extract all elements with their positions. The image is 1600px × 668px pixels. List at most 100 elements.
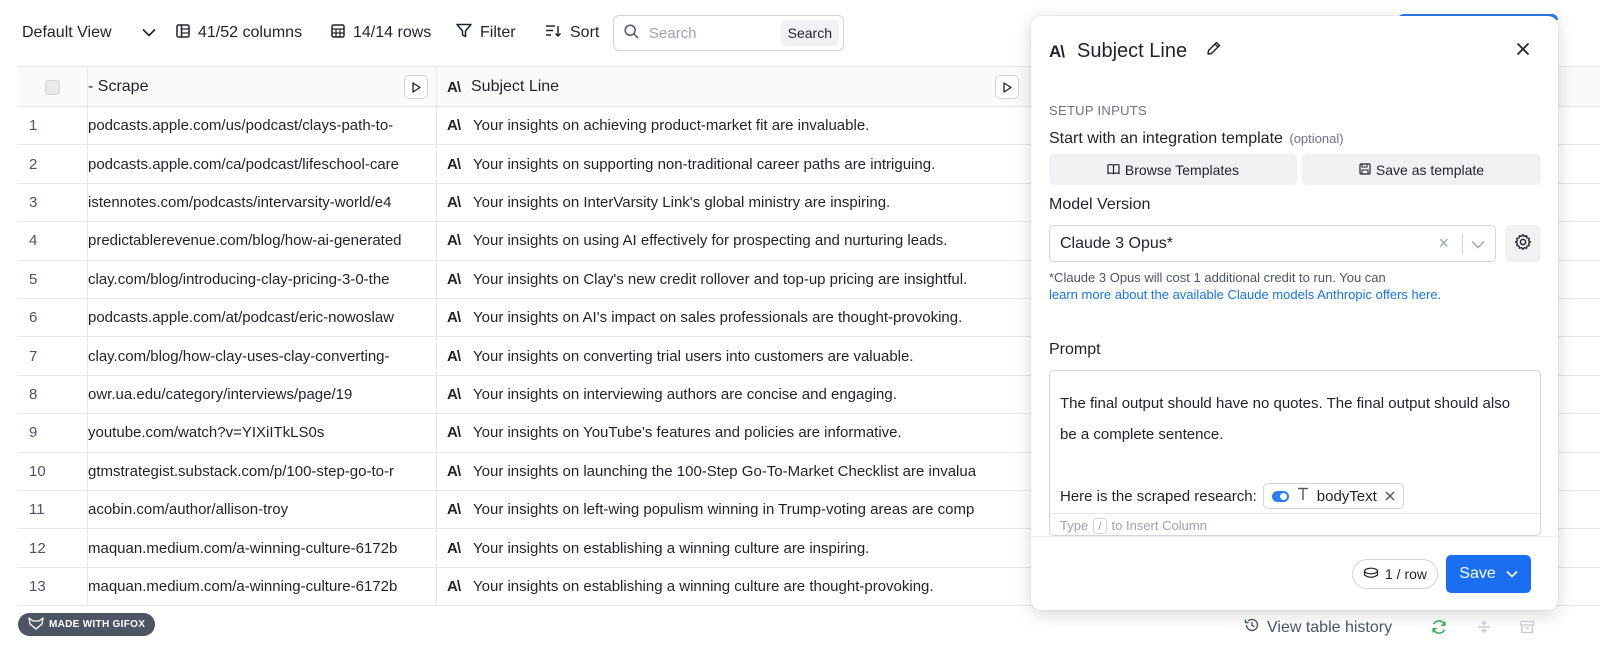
subject-line-text: Your insights on InterVarsity Link's glo… <box>473 193 891 211</box>
prompt-editor[interactable]: The final output should have no quotes. … <box>1049 370 1541 536</box>
column-header-scrape-label: - Scrape <box>88 78 149 95</box>
scrape-url-cell[interactable]: youtube.com/watch?v=YIXiITkLS0s <box>88 414 437 452</box>
book-icon <box>1107 162 1120 178</box>
search-button[interactable]: Search <box>780 20 839 46</box>
model-note-text: *Claude 3 Opus will cost 1 additional cr… <box>1049 270 1386 285</box>
model-settings-button[interactable] <box>1505 225 1541 262</box>
subject-line-text: Your insights on YouTube's features and … <box>473 424 902 442</box>
search-input[interactable] <box>649 24 781 42</box>
row-number: 6 <box>18 299 88 337</box>
scrape-url-cell[interactable]: owr.ua.edu/category/interviews/page/19 <box>88 375 437 414</box>
subject-line-text: Your insights on supporting non-traditio… <box>473 155 936 173</box>
toggle-icon <box>1271 490 1289 502</box>
anthropic-icon: A\ <box>447 462 461 480</box>
anthropic-icon: A\ <box>447 577 461 595</box>
chevron-down-icon[interactable] <box>1471 236 1485 254</box>
row-number: 8 <box>18 375 88 414</box>
columns-icon <box>176 23 190 43</box>
subject-line-cell[interactable]: A\ Your insights on InterVarsity Link's g… <box>437 184 1027 221</box>
row-number: 2 <box>18 145 88 183</box>
scrape-url-cell[interactable]: clay.com/blog/introducing-clay-pricing-3… <box>88 260 437 298</box>
subject-line-cell[interactable]: A\ Your insights on supporting non-tradit… <box>437 145 1027 182</box>
row-divider <box>1558 413 1600 415</box>
subject-line-cell[interactable]: A\ Your insights on launching the 100-Ste… <box>437 453 1027 490</box>
anthropic-icon: A\ <box>447 270 461 288</box>
row-number: 10 <box>18 452 88 490</box>
row-number: 1 <box>18 107 88 145</box>
scrape-url-cell[interactable]: podcasts.apple.com/ca/podcast/lifeschool… <box>88 145 437 183</box>
model-version-select[interactable]: Claude 3 Opus* × <box>1049 225 1496 262</box>
search-box: Search <box>613 15 844 51</box>
refresh-icon[interactable] <box>1431 619 1447 639</box>
subject-line-cell[interactable]: A\ Your insights on converting trial user… <box>437 337 1027 374</box>
gifox-label: MADE WITH GIFOX <box>49 619 146 630</box>
anthropic-icon: A\ <box>447 78 461 96</box>
column-header-subject[interactable]: A\ Subject Line <box>437 67 1027 107</box>
insert-hint-pre: Type <box>1060 518 1089 533</box>
model-note: *Claude 3 Opus will cost 1 additional cr… <box>1049 269 1441 303</box>
table-right-edge <box>1558 66 1600 607</box>
subject-line-cell[interactable]: A\ Your insights on interviewing authors … <box>437 376 1027 413</box>
scrape-url-cell[interactable]: predictablerevenue.com/blog/how-ai-gener… <box>88 222 437 260</box>
scrape-url-cell[interactable]: acobin.com/author/allison-troy <box>88 491 437 529</box>
select-all-checkbox[interactable] <box>45 79 60 95</box>
insert-hint-key: / <box>1093 517 1107 534</box>
scrape-url-cell[interactable]: clay.com/blog/how-clay-uses-clay-convert… <box>88 337 437 375</box>
sort-button[interactable]: Sort <box>545 17 599 49</box>
close-icon[interactable] <box>1516 42 1530 60</box>
column-chip-bodytext[interactable]: bodyText <box>1262 483 1404 509</box>
subject-line-cell[interactable]: A\ Your insights on Clay's new credit rol… <box>437 261 1027 298</box>
run-column-scrape-button[interactable] <box>404 75 428 99</box>
subject-line-cell[interactable]: A\ Your insights on establishing a winnin… <box>437 529 1027 566</box>
save-as-template-button[interactable]: Save as template <box>1302 154 1541 185</box>
chevron-down-icon <box>1506 565 1518 583</box>
row-height-icon[interactable] <box>1476 619 1492 639</box>
view-selector[interactable]: Default View <box>22 17 156 49</box>
sort-label: Sort <box>570 24 600 41</box>
chip-label: bodyText <box>1316 487 1377 505</box>
subject-line-cell[interactable]: A\ Your insights on AI's impact on sales … <box>437 299 1027 336</box>
gifox-watermark: MADE WITH GIFOX <box>18 613 156 636</box>
subject-line-cell[interactable]: A\ Your insights on achieving product-mar… <box>437 107 1027 144</box>
insert-column-hint: Type / to Insert Column <box>1050 513 1540 535</box>
subject-line-cell[interactable]: A\ Your insights on left-wing populism wi… <box>437 491 1027 528</box>
rows-button[interactable]: 14/14 rows <box>331 17 431 49</box>
subject-line-text: Your insights on using AI effectively fo… <box>473 232 948 250</box>
filter-button[interactable]: Filter <box>456 17 516 49</box>
column-header-subject-label: Subject Line <box>471 78 560 95</box>
remove-chip-icon[interactable] <box>1385 488 1395 505</box>
edit-pencil-icon[interactable] <box>1205 40 1222 63</box>
subject-line-text: Your insights on interviewing authors ar… <box>473 385 897 403</box>
row-number: 11 <box>18 491 88 529</box>
view-table-history-button[interactable]: View table history <box>1244 617 1392 638</box>
subject-line-cell[interactable]: A\ Your insights on YouTube's features an… <box>437 414 1027 451</box>
subject-line-cell[interactable]: A\ Your insights on using AI effectively … <box>437 222 1027 259</box>
scrape-url-cell[interactable]: podcasts.apple.com/us/podcast/clays-path… <box>88 107 437 145</box>
claude-models-link[interactable]: learn more about the available Claude mo… <box>1049 286 1441 303</box>
history-icon <box>1244 617 1260 638</box>
browse-templates-button[interactable]: Browse Templates <box>1049 154 1297 185</box>
scrape-url-cell[interactable]: gtmstrategist.substack.com/p/100-step-go… <box>88 452 437 490</box>
save-button[interactable]: Save <box>1446 555 1531 593</box>
model-version-label: Model Version <box>1049 196 1151 213</box>
model-version-value: Claude 3 Opus* <box>1060 234 1173 252</box>
scrape-url-cell[interactable]: podcasts.apple.com/at/podcast/eric-nowos… <box>88 299 437 337</box>
template-label-text: Start with an integration template <box>1049 130 1283 147</box>
run-column-subject-button[interactable] <box>995 75 1019 99</box>
columns-button[interactable]: 41/52 columns <box>176 17 302 49</box>
scrape-url-cell[interactable]: maquan.medium.com/a-winning-culture-6172… <box>88 529 437 567</box>
anthropic-icon: A\ <box>447 309 461 327</box>
template-optional: (optional) <box>1289 131 1344 146</box>
select-all-cell <box>18 67 88 107</box>
search-icon <box>624 23 639 43</box>
clear-icon[interactable]: × <box>1438 233 1449 254</box>
archive-icon[interactable] <box>1519 619 1535 639</box>
column-header-scrape[interactable]: - Scrape <box>88 67 437 107</box>
prompt-text[interactable]: The final output should have no quotes. … <box>1060 388 1530 450</box>
anthropic-icon: A\ <box>447 539 461 557</box>
scraped-research-label: Here is the scraped research: <box>1060 487 1257 505</box>
credit-cost-label: 1 / row <box>1385 566 1428 582</box>
subject-line-text: Your insights on establishing a winning … <box>473 577 934 595</box>
row-divider <box>1558 298 1600 299</box>
scrape-url-cell[interactable]: istennotes.com/podcasts/intervarsity-wor… <box>88 183 437 222</box>
